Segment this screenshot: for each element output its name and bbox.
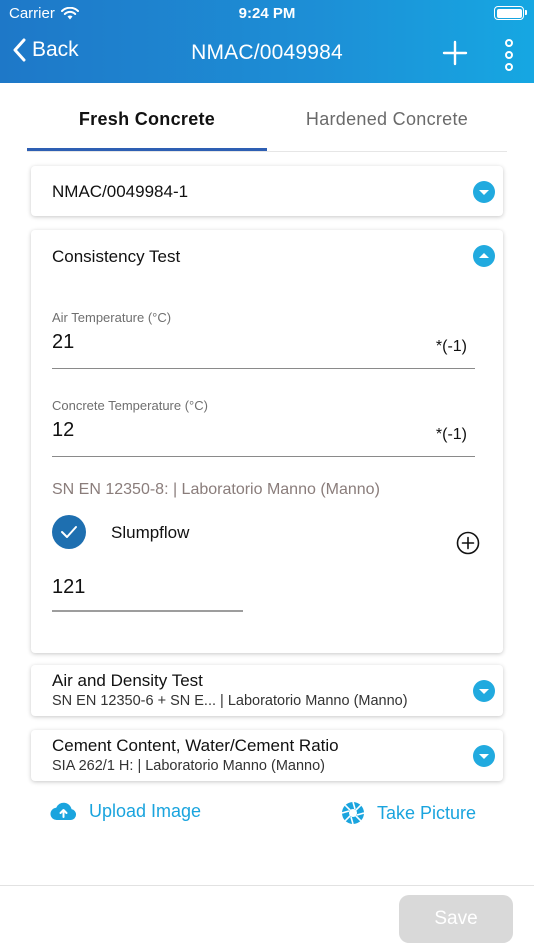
section-title: Cement Content, Water/Cement Ratio [52, 736, 339, 755]
tab-bar: Fresh Concrete Hardened Concrete [27, 97, 507, 152]
sample-label: NMAC/0049984-1 [52, 182, 189, 201]
footer-bar: Save [0, 885, 534, 950]
section-subtitle: SIA 262/1 H: | Laboratorio Manno (Manno) [52, 758, 325, 774]
concrete-temperature-field[interactable]: Concrete Temperature (°C) 12 *(-1) [52, 398, 475, 457]
field-label: Air Temperature (°C) [52, 310, 172, 325]
media-actions: Upload Image Take Picture [0, 797, 534, 829]
upload-image-label: Upload Image [89, 801, 202, 821]
field-suffix: *(-1) [435, 338, 467, 355]
field-value[interactable]: 12 [52, 419, 475, 449]
section-title: Consistency Test [52, 247, 181, 266]
slumpflow-checkbox[interactable] [52, 515, 86, 549]
tab-fresh-concrete[interactable]: Fresh Concrete [27, 97, 267, 151]
field-label: Concrete Temperature (°C) [52, 398, 208, 413]
save-button[interactable]: Save [399, 895, 513, 943]
check-icon [61, 526, 77, 538]
chevron-up-icon[interactable] [473, 245, 495, 267]
add-circle-icon[interactable] [456, 531, 480, 555]
air-temperature-field[interactable]: Air Temperature (°C) 21 *(-1) [52, 310, 475, 369]
test-standard: SN EN 12350-8: | Laboratorio Manno (Mann… [52, 481, 380, 498]
upload-image-button[interactable]: Upload Image [50, 801, 201, 822]
consistency-test-section: Consistency Test Air Temperature (°C) 21… [31, 230, 503, 653]
app-header: Carrier 9:24 PM Back NMAC/0049984 [0, 0, 534, 83]
field-suffix: *(-1) [435, 426, 467, 443]
field-value[interactable]: 21 [52, 331, 475, 361]
cloud-upload-icon [50, 802, 77, 821]
take-picture-label: Take Picture [377, 802, 477, 823]
take-picture-button[interactable]: Take Picture [341, 801, 476, 825]
clock: 9:24 PM [238, 5, 296, 22]
camera-aperture-icon [341, 801, 365, 825]
status-bar: Carrier 9:24 PM [0, 0, 534, 28]
nav-bar: Back NMAC/0049984 [0, 28, 534, 83]
chevron-down-icon[interactable] [473, 181, 495, 203]
chevron-down-icon[interactable] [473, 680, 495, 702]
chevron-down-icon[interactable] [473, 745, 495, 767]
slumpflow-label: Slumpflow [111, 523, 190, 542]
section-subtitle: SN EN 12350-6 + SN E... | Laboratorio Ma… [52, 693, 408, 709]
slumpflow-input[interactable]: 121 [52, 576, 243, 612]
section-title: Air and Density Test [52, 671, 203, 690]
add-icon[interactable] [442, 40, 468, 66]
tab-hardened-concrete[interactable]: Hardened Concrete [267, 97, 507, 151]
cement-content-section[interactable]: Cement Content, Water/Cement Ratio SIA 2… [31, 730, 503, 781]
sample-selector[interactable]: NMAC/0049984-1 [31, 166, 503, 216]
air-density-test-section[interactable]: Air and Density Test SN EN 12350-6 + SN … [31, 665, 503, 716]
more-vertical-icon[interactable] [502, 38, 516, 72]
battery-icon [494, 6, 527, 20]
